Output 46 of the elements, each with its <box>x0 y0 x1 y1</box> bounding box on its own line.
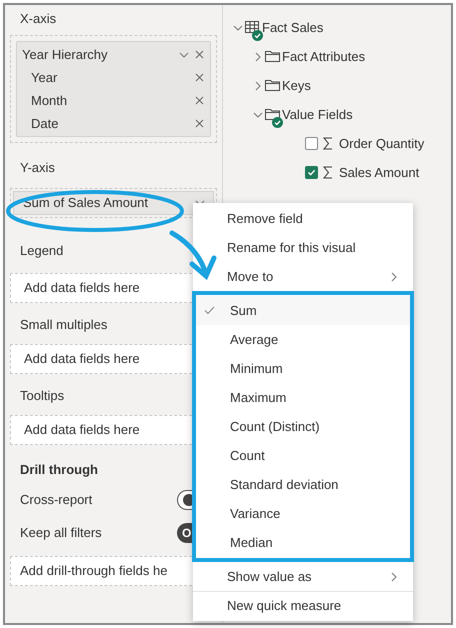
menu-item[interactable]: Rename for this visual <box>193 233 413 262</box>
section-label: Drill through <box>20 461 98 480</box>
table-icon <box>245 20 259 32</box>
chevron-right-icon[interactable] <box>253 52 263 62</box>
close-icon[interactable] <box>195 50 204 59</box>
checkbox[interactable] <box>305 166 318 179</box>
section-label: Legend <box>20 242 64 260</box>
menu-item[interactable]: Sum <box>196 296 410 325</box>
folder-icon <box>265 78 280 90</box>
chevron-down-icon[interactable] <box>233 22 243 32</box>
field-label: Year Hierarchy <box>22 46 109 64</box>
field-label[interactable]: Order Quantity <box>339 134 424 154</box>
sigma-icon <box>323 137 333 150</box>
folder-icon <box>265 50 280 62</box>
close-icon[interactable] <box>195 73 204 82</box>
toggle-label: Cross-report <box>20 491 94 510</box>
chevron-right-icon[interactable] <box>389 572 399 582</box>
menu-item[interactable]: Standard deviation <box>196 470 410 499</box>
close-icon[interactable] <box>195 119 204 128</box>
annotation-arrow <box>170 230 216 280</box>
chevron-down-icon[interactable] <box>179 50 189 60</box>
section-label: Tooltips <box>20 387 64 406</box>
checkmark-icon <box>307 168 316 177</box>
tree-item-label[interactable]: Fact Sales <box>262 18 324 38</box>
checkbox[interactable] <box>305 137 318 150</box>
field-label: Year <box>31 68 58 87</box>
check-icon <box>204 306 215 315</box>
section-label: Y-axis <box>20 159 55 178</box>
menu-item[interactable]: Variance <box>196 499 410 528</box>
field-label: Month <box>31 92 68 110</box>
tree-item-label[interactable]: Fact Attributes <box>282 46 366 66</box>
close-icon[interactable] <box>195 96 204 105</box>
menu-item[interactable]: Median <box>196 528 410 557</box>
menu-item[interactable]: Maximum <box>196 383 410 412</box>
chevron-right-icon[interactable] <box>389 272 399 282</box>
chevron-down-icon[interactable] <box>253 110 263 120</box>
section-label: Small multiples <box>20 316 108 334</box>
field-label: Date <box>31 114 60 133</box>
tree-item-label[interactable]: Value Fields <box>282 104 353 124</box>
toggle-label: Keep all filters <box>20 524 103 542</box>
field-label[interactable]: Sales Amount <box>339 162 420 182</box>
section-label: X-axis <box>20 10 56 28</box>
chevron-right-icon[interactable] <box>253 80 263 90</box>
sigma-icon <box>323 166 333 179</box>
folder-icon <box>265 108 280 120</box>
tree-item-label[interactable]: Keys <box>282 76 311 96</box>
